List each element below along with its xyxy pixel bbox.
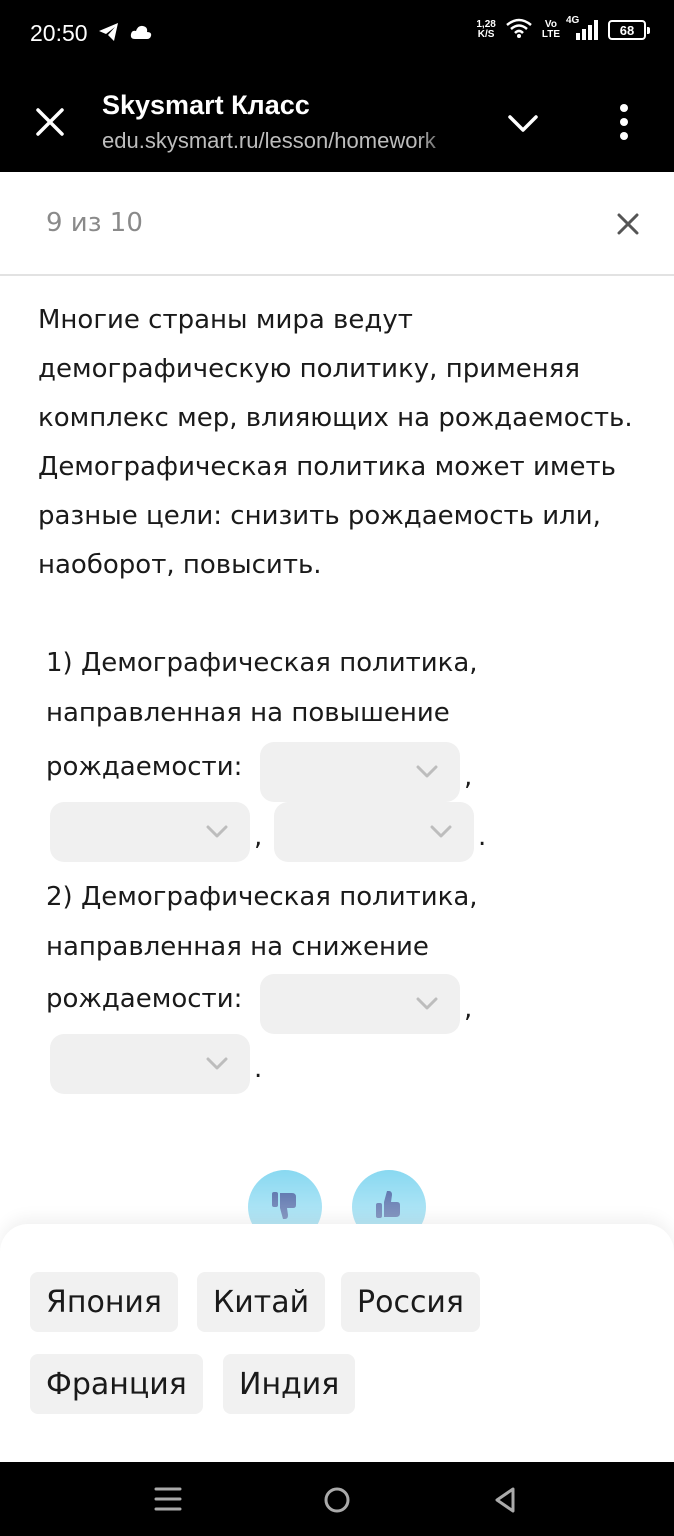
- browser-url[interactable]: edu.skysmart.ru/lesson/homework: [102, 128, 470, 154]
- home-icon[interactable]: [323, 1486, 351, 1518]
- progress-counter: 9 из 10: [46, 208, 143, 238]
- chevron-down-icon: [206, 1056, 228, 1075]
- network-type: 4G: [566, 15, 580, 26]
- answer-dropdown-1-1[interactable]: [260, 742, 460, 802]
- signal-icon: 4G: [566, 15, 598, 41]
- answer-option[interactable]: Китай: [197, 1272, 326, 1332]
- answer-option[interactable]: Россия: [341, 1272, 480, 1332]
- battery-icon: 68: [608, 20, 650, 40]
- back-icon[interactable]: [492, 1486, 518, 1518]
- task-1-line-1: 1) Демографическая политика,: [46, 648, 478, 678]
- answer-dropdown-2-2[interactable]: [50, 1034, 250, 1094]
- task-2-line-2: направленная на снижение: [46, 932, 429, 962]
- network-speed-unit: K/S: [477, 29, 495, 40]
- answer-bank: Япония Китай Россия Франция Индия: [0, 1224, 674, 1464]
- wifi-icon: [506, 18, 532, 42]
- close-icon[interactable]: [32, 104, 68, 140]
- chevron-down-icon[interactable]: [506, 106, 540, 140]
- lesson-header: 9 из 10: [0, 172, 674, 276]
- task-1-line-2: направленная на повышение: [46, 698, 450, 728]
- answer-dropdown-2-1[interactable]: [260, 974, 460, 1034]
- answer-option[interactable]: Индия: [223, 1354, 356, 1414]
- volte-indicator: Vo LTE: [542, 20, 560, 40]
- more-menu-icon[interactable]: [612, 102, 636, 142]
- status-time: 20:50: [30, 20, 88, 46]
- network-speed: 1,28 K/S: [476, 20, 495, 40]
- browser-header: Skysmart Класс edu.skysmart.ru/lesson/ho…: [0, 68, 674, 172]
- cloud-icon: [130, 24, 152, 44]
- task-1-line-3: рождаемости:: [46, 752, 243, 782]
- comma: ,: [464, 994, 473, 1024]
- volte-bottom: LTE: [541, 29, 560, 40]
- telegram-icon: [98, 22, 120, 46]
- question-intro: Многие страны мира ведут демографическую…: [38, 305, 633, 580]
- close-lesson-icon[interactable]: [610, 206, 646, 246]
- period: .: [254, 1054, 263, 1084]
- battery-level: 68: [619, 22, 635, 38]
- comma: ,: [254, 822, 263, 852]
- status-bar: 20:50 1,28 K/S Vo LTE 4G 68: [0, 0, 674, 68]
- status-system-icons: 1,28 K/S Vo LTE 4G 68: [476, 15, 650, 42]
- answer-option[interactable]: Япония: [30, 1272, 178, 1332]
- answer-dropdown-1-3[interactable]: [274, 802, 474, 862]
- recents-icon[interactable]: [154, 1486, 182, 1516]
- chevron-down-icon: [206, 824, 228, 843]
- chevron-down-icon: [416, 996, 438, 1015]
- status-notification-icons: [98, 22, 152, 46]
- chevron-down-icon: [430, 824, 452, 843]
- task-2-line-3: рождаемости:: [46, 984, 243, 1014]
- system-navigation-bar: [0, 1462, 674, 1536]
- period: .: [478, 822, 487, 852]
- browser-title: Skysmart Класс: [102, 90, 310, 120]
- content-fade: [0, 1140, 674, 1230]
- task-2-line-1: 2) Демографическая политика,: [46, 882, 478, 912]
- answer-option[interactable]: Франция: [30, 1354, 203, 1414]
- chevron-down-icon: [416, 764, 438, 783]
- answer-dropdown-1-2[interactable]: [50, 802, 250, 862]
- comma: ,: [464, 762, 473, 792]
